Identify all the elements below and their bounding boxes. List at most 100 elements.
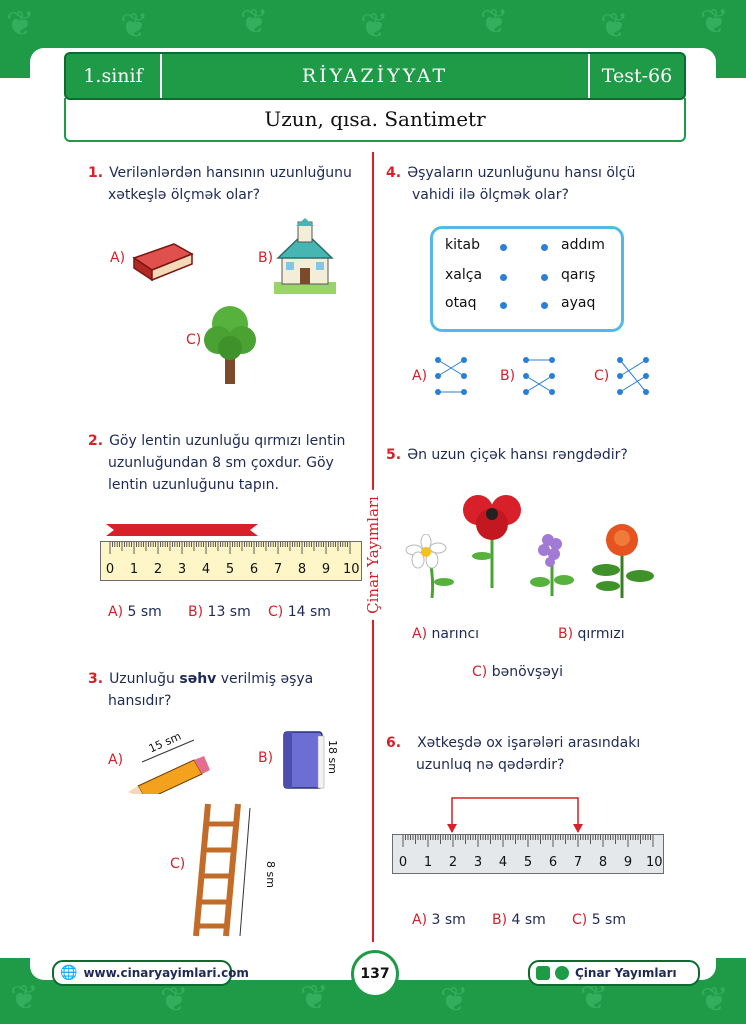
- question-number: 5.: [386, 447, 402, 463]
- grey-ruler: 0 1 2 3 4 5 6 7 8 9 10: [392, 834, 664, 874]
- globe-icon: 🌐: [60, 965, 78, 981]
- q1-option-c[interactable]: C): [186, 332, 201, 348]
- match-dot[interactable]: [500, 274, 507, 281]
- ruler-tick-label: 7: [573, 855, 583, 870]
- book-length-label: 18 sm: [326, 740, 339, 774]
- measure-arrows: [447, 797, 583, 833]
- leaf-icon: ❦: [6, 4, 35, 44]
- question-6: 6. Xətkeşdə ox işarələri arasındakı uzunl…: [386, 735, 641, 773]
- ruler-tick-label: 4: [201, 562, 211, 577]
- q3-option-c[interactable]: C): [170, 856, 185, 872]
- question-number: 3.: [88, 671, 104, 687]
- ladder-length-label: 8 sm: [263, 861, 277, 888]
- ruler-tick-label: 3: [473, 855, 483, 870]
- match-diagram-c: [617, 357, 649, 395]
- match-diagram-a: [435, 357, 467, 395]
- ruler-tick-label: 9: [321, 562, 331, 577]
- test-number: Test-66: [588, 54, 684, 98]
- page-number: 137: [351, 950, 399, 998]
- matching-box: kitab xalça otaq addım qarış ayaq: [430, 226, 624, 332]
- leaf-icon: ❦: [240, 2, 269, 42]
- question-5: 5. Ən uzun çiçək hansı rəngdədir?: [386, 447, 628, 463]
- q4-option-a[interactable]: A): [412, 368, 427, 384]
- header-bar: 1.sinif RİYAZİYYAT Test-66: [64, 52, 686, 100]
- match-dot[interactable]: [500, 244, 507, 251]
- q3-option-b[interactable]: B): [258, 750, 273, 766]
- q5-option-a[interactable]: A) narıncı: [412, 626, 479, 642]
- q6-option-a[interactable]: A) 3 sm: [412, 912, 466, 928]
- ruler-tick-label: 0: [105, 562, 115, 577]
- house-icon: [274, 218, 336, 294]
- ruler-tick-label: 10: [646, 855, 663, 870]
- subject-title: RİYAZİYYAT: [301, 65, 449, 87]
- grade-label: 1.sinif: [66, 54, 162, 98]
- leaf-icon: ❦: [700, 980, 729, 1020]
- question-2: 2. Göy lentin uzunluğu qırmızı lentin uzu…: [88, 433, 346, 493]
- right-word: ayaq: [561, 295, 596, 311]
- leaf-icon: ❦: [440, 980, 469, 1020]
- q6-option-c[interactable]: C) 5 sm: [572, 912, 626, 928]
- ruler-tick-label: 4: [498, 855, 508, 870]
- ruler-tick-label: 0: [398, 855, 408, 870]
- ladder-icon: [193, 803, 251, 937]
- left-word: kitab: [445, 237, 480, 253]
- topic-title: Uzun, qısa. Santimetr: [64, 98, 686, 142]
- ruler-tick-label: 3: [177, 562, 187, 577]
- ruler: 0 1 2 3 4 5 6 7 8 9 10: [100, 541, 362, 581]
- leaf-icon: ❦: [360, 6, 389, 46]
- question-number: 1.: [88, 165, 104, 181]
- q5-option-b[interactable]: B) qırmızı: [558, 626, 625, 642]
- match-dot[interactable]: [541, 274, 548, 281]
- book-icon: [132, 243, 194, 282]
- question-3: 3. Uzunluğu səhv verilmiş əşya hansıdır?: [88, 671, 314, 709]
- social-pill[interactable]: Çinar Yayımları: [528, 960, 700, 986]
- ruler-tick-label: 6: [548, 855, 558, 870]
- ruler-tick-label: 6: [249, 562, 259, 577]
- daisy-icon: [405, 534, 454, 599]
- orange-rose-icon: [592, 524, 654, 598]
- ruler-tick-label: 7: [273, 562, 283, 577]
- q6-option-b[interactable]: B) 4 sm: [492, 912, 546, 928]
- question-1: 1. Verilənlərdən hansının uzunluğunu xətk…: [88, 165, 352, 203]
- question-4: 4. Əşyaların uzunluğunu hansı ölçü vahidi…: [386, 165, 636, 203]
- tree-icon: [204, 306, 256, 384]
- red-ribbon: [106, 524, 258, 536]
- leaf-icon: ❦: [10, 978, 39, 1018]
- ruler-tick-label: 8: [297, 562, 307, 577]
- q1-option-a[interactable]: A): [110, 250, 125, 266]
- ruler-tick-label: 1: [423, 855, 433, 870]
- q1-option-b[interactable]: B): [258, 250, 273, 266]
- question-number: 4.: [386, 165, 402, 181]
- red-poppy-icon: [463, 495, 521, 588]
- match-diagram-b: [523, 357, 555, 395]
- ruler-tick-label: 2: [448, 855, 458, 870]
- q4-option-b[interactable]: B): [500, 368, 515, 384]
- ruler-tick-label: 5: [225, 562, 235, 577]
- question-number: 2.: [88, 433, 104, 449]
- website-pill[interactable]: 🌐 www.cinaryayimlari.com: [52, 960, 249, 986]
- leaf-icon: ❦: [480, 2, 509, 42]
- match-dot[interactable]: [541, 302, 548, 309]
- ruler-tick-label: 8: [598, 855, 608, 870]
- q4-option-c[interactable]: C): [594, 368, 609, 384]
- leaf-icon: ❦: [160, 980, 189, 1020]
- q3-option-a[interactable]: A): [108, 752, 123, 768]
- q2-option-a[interactable]: A) 5 sm: [108, 604, 162, 620]
- ruler-tick-label: 2: [153, 562, 163, 577]
- leaf-icon: ❦: [700, 2, 729, 42]
- match-dot[interactable]: [500, 302, 507, 309]
- q2-option-c[interactable]: C) 14 sm: [268, 604, 331, 620]
- match-dot[interactable]: [541, 244, 548, 251]
- leaf-icon: ❦: [300, 978, 329, 1018]
- q5-option-c[interactable]: C) bənövşəyi: [472, 664, 563, 680]
- facebook-icon: [555, 966, 569, 980]
- ruler-tick-label: 5: [523, 855, 533, 870]
- ruler-tick-label: 9: [623, 855, 633, 870]
- leaf-icon: ❦: [600, 6, 629, 46]
- ruler-tick-label: 1: [129, 562, 139, 577]
- q2-option-b[interactable]: B) 13 sm: [188, 604, 251, 620]
- lilac-icon: [530, 534, 574, 596]
- closed-book-icon: [283, 731, 325, 789]
- instagram-icon: [536, 966, 550, 980]
- ruler-tick-label: 10: [343, 562, 360, 577]
